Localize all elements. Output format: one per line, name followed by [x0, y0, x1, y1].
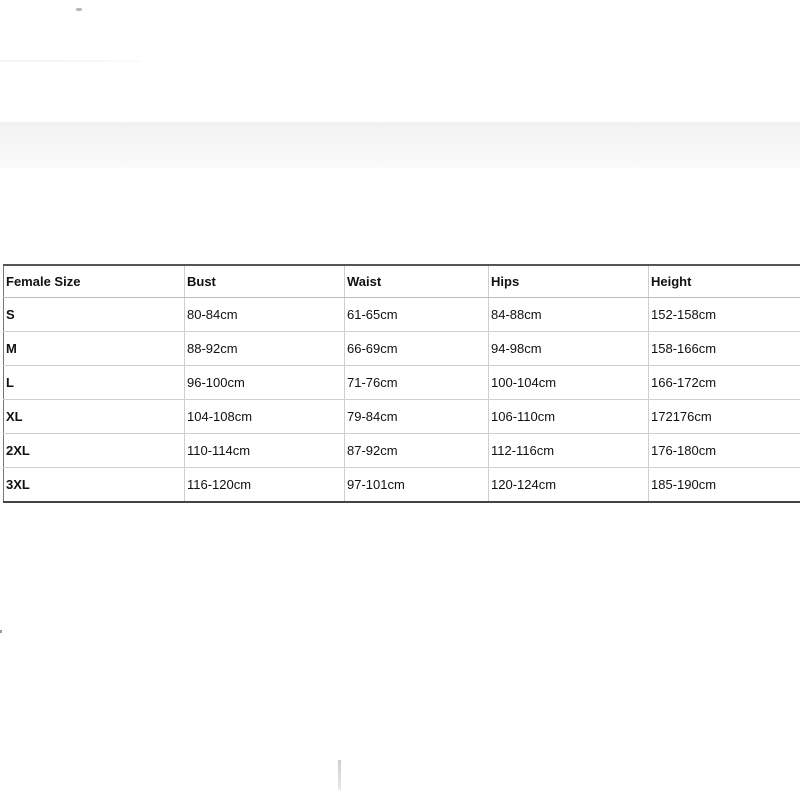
hips-cell: 120-124cm — [488, 467, 649, 502]
bust-cell: 110-114cm — [184, 433, 345, 468]
height-cell: 152-158cm — [648, 297, 800, 332]
bust-cell: 116-120cm — [184, 467, 345, 502]
height-cell: 172176cm — [648, 399, 800, 434]
waist-cell: 66-69cm — [344, 331, 489, 366]
page: Female Size Bust Waist Hips Height S 80-… — [0, 0, 800, 800]
size-cell: S — [3, 297, 185, 332]
header-female-size: Female Size — [3, 265, 185, 298]
decorative-speck — [76, 8, 82, 11]
waist-cell: 97-101cm — [344, 467, 489, 502]
size-cell: L — [3, 365, 185, 400]
bust-cell: 88-92cm — [184, 331, 345, 366]
header-waist: Waist — [344, 265, 489, 298]
decorative-edge-mark — [0, 630, 2, 633]
top-banner-area — [0, 122, 800, 168]
hips-cell: 94-98cm — [488, 331, 649, 366]
size-cell: M — [3, 331, 185, 366]
header-height: Height — [648, 265, 800, 298]
height-cell: 185-190cm — [648, 467, 800, 502]
waist-cell: 71-76cm — [344, 365, 489, 400]
waist-cell: 61-65cm — [344, 297, 489, 332]
hips-cell: 100-104cm — [488, 365, 649, 400]
hips-cell: 84-88cm — [488, 297, 649, 332]
waist-cell: 79-84cm — [344, 399, 489, 434]
bust-cell: 96-100cm — [184, 365, 345, 400]
size-chart-table: Female Size Bust Waist Hips Height S 80-… — [3, 264, 800, 503]
height-cell: 176-180cm — [648, 433, 800, 468]
hips-cell: 112-116cm — [488, 433, 649, 468]
size-cell: 3XL — [3, 467, 185, 502]
header-bust: Bust — [184, 265, 345, 298]
table-row: 2XL 110-114cm 87-92cm 112-116cm 176-180c… — [3, 433, 800, 468]
table-row: XL 104-108cm 79-84cm 106-110cm 172176cm — [3, 399, 800, 434]
header-hips: Hips — [488, 265, 649, 298]
height-cell: 158-166cm — [648, 331, 800, 366]
table-row: 3XL 116-120cm 97-101cm 120-124cm 185-190… — [3, 467, 800, 502]
table-row: M 88-92cm 66-69cm 94-98cm 158-166cm — [3, 331, 800, 366]
table-row: L 96-100cm 71-76cm 100-104cm 166-172cm — [3, 365, 800, 400]
table-header-row: Female Size Bust Waist Hips Height — [3, 265, 800, 298]
bust-cell: 80-84cm — [184, 297, 345, 332]
decorative-bottom-mark — [338, 760, 341, 790]
hips-cell: 106-110cm — [488, 399, 649, 434]
height-cell: 166-172cm — [648, 365, 800, 400]
table-row: S 80-84cm 61-65cm 84-88cm 152-158cm — [3, 297, 800, 332]
size-cell: XL — [3, 399, 185, 434]
size-cell: 2XL — [3, 433, 185, 468]
decorative-line — [0, 60, 140, 62]
bust-cell: 104-108cm — [184, 399, 345, 434]
waist-cell: 87-92cm — [344, 433, 489, 468]
